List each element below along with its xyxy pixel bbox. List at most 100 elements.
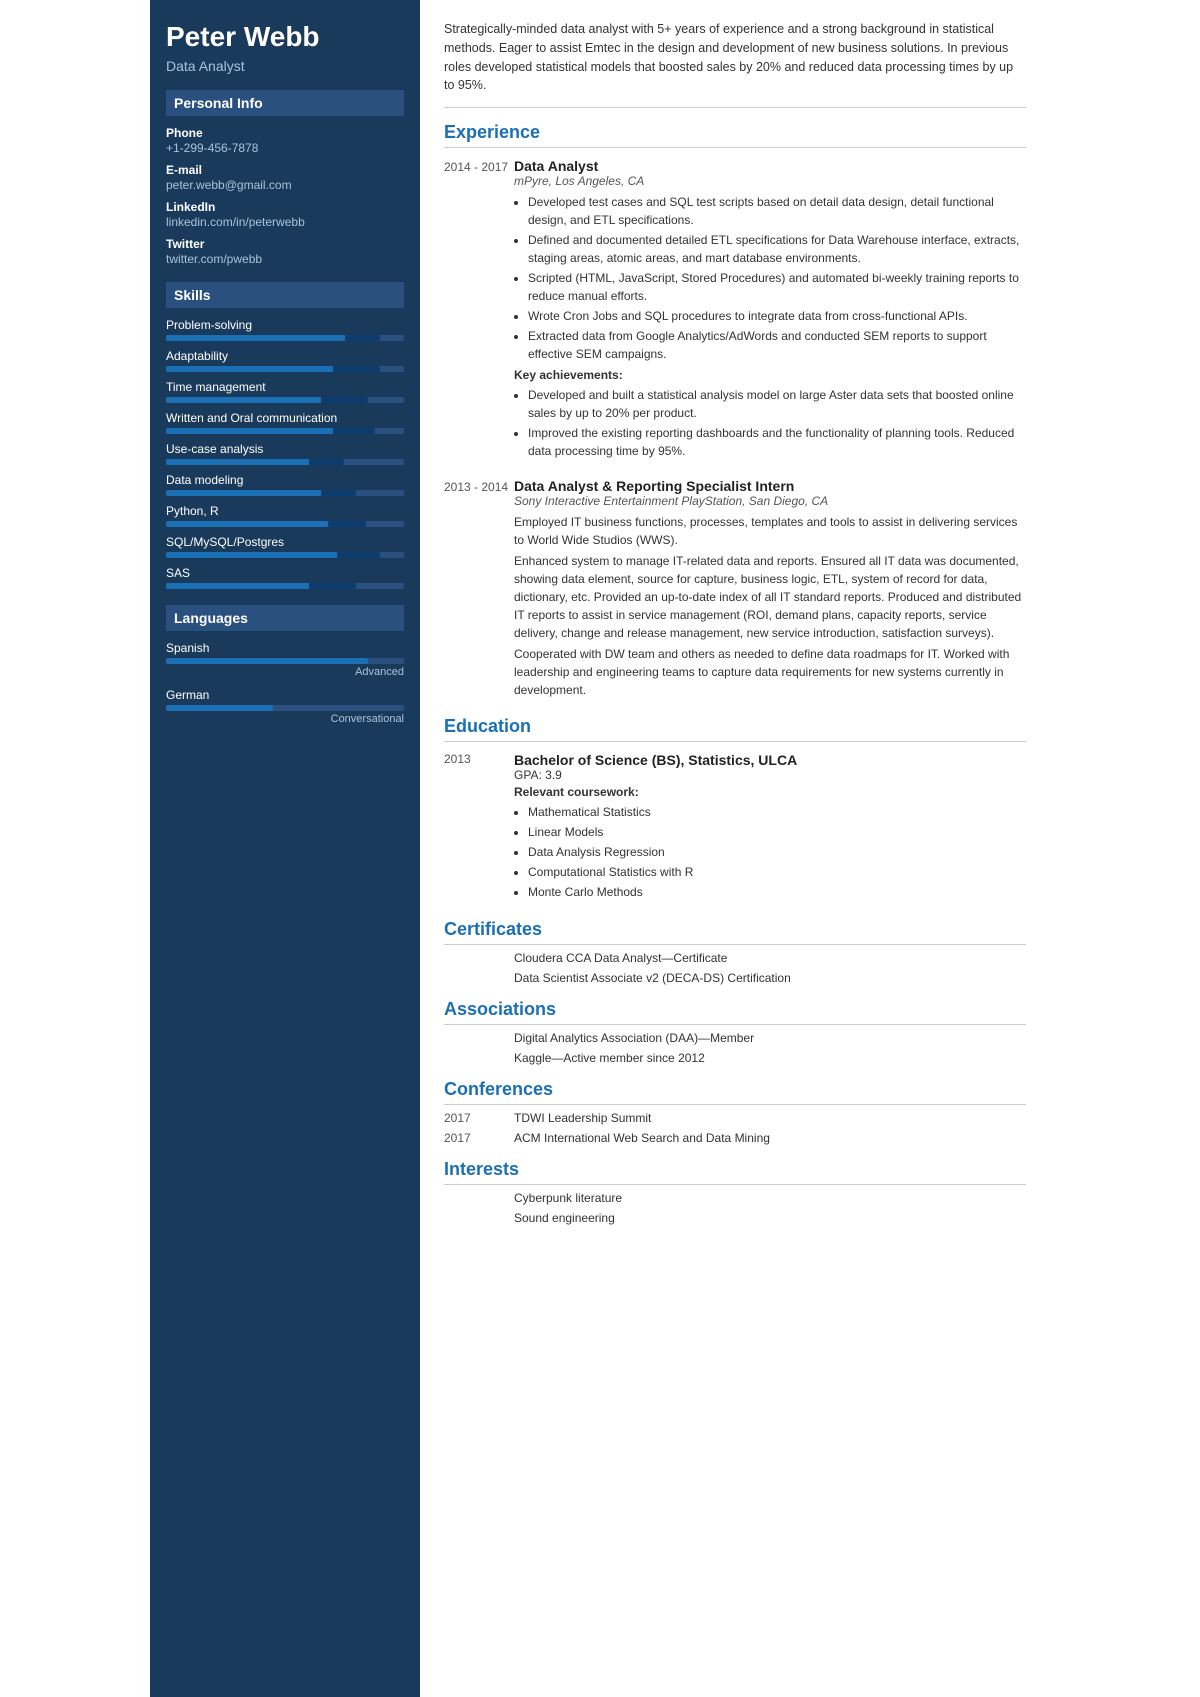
associations-title: Associations	[444, 999, 1026, 1025]
exp-bullet: Extracted data from Google Analytics/AdW…	[528, 327, 1026, 363]
conf-name: TDWI Leadership Summit	[514, 1111, 1026, 1125]
certificates-section: Certificates Cloudera CCA Data Analyst—C…	[444, 919, 1026, 985]
association-entry: Kaggle—Active member since 2012	[444, 1051, 1026, 1065]
achievement-bullet: Improved the existing reporting dashboar…	[528, 424, 1026, 460]
languages-header: Languages	[166, 605, 404, 631]
edu-date: 2013	[444, 752, 514, 905]
conf-year: 2017	[444, 1131, 514, 1145]
skill-bar-fill	[166, 428, 333, 434]
contact-twitter: Twitter twitter.com/pwebb	[166, 237, 404, 266]
exp-date: 2013 - 2014	[444, 478, 514, 702]
language-bar	[166, 658, 404, 664]
skill-bar	[166, 552, 404, 558]
candidate-title: Data Analyst	[166, 58, 404, 74]
skill-item: Use-case analysis	[166, 442, 404, 465]
certificates-list: Cloudera CCA Data Analyst—Certificate Da…	[444, 951, 1026, 985]
interests-list: Cyberpunk literature Sound engineering	[444, 1191, 1026, 1225]
skill-name: SAS	[166, 566, 404, 580]
skill-bar-fill	[166, 490, 321, 496]
assoc-text: Kaggle—Active member since 2012	[514, 1051, 1026, 1065]
skill-bar	[166, 397, 404, 403]
edu-detail: Bachelor of Science (BS), Statistics, UL…	[514, 752, 1026, 905]
associations-section: Associations Digital Analytics Associati…	[444, 999, 1026, 1065]
skill-item: Time management	[166, 380, 404, 403]
coursework-list: Mathematical StatisticsLinear ModelsData…	[514, 803, 1026, 901]
skill-bar-dark	[309, 583, 357, 589]
edu-degree: Bachelor of Science (BS), Statistics, UL…	[514, 752, 1026, 768]
exp-bullet: Developed test cases and SQL test script…	[528, 193, 1026, 229]
skill-bar	[166, 459, 404, 465]
conferences-title: Conferences	[444, 1079, 1026, 1105]
skill-bar-fill	[166, 459, 309, 465]
language-level: Advanced	[166, 666, 404, 678]
linkedin-value: linkedin.com/in/peterwebb	[166, 215, 404, 229]
skill-bar-fill	[166, 366, 333, 372]
skill-bar-fill	[166, 521, 328, 527]
cert-text: Cloudera CCA Data Analyst—Certificate	[514, 951, 1026, 965]
conf-name: ACM International Web Search and Data Mi…	[514, 1131, 1026, 1145]
interests-section: Interests Cyberpunk literature Sound eng…	[444, 1159, 1026, 1225]
linkedin-label: LinkedIn	[166, 200, 404, 214]
association-entry: Digital Analytics Association (DAA)—Memb…	[444, 1031, 1026, 1045]
language-bar	[166, 705, 404, 711]
twitter-value: twitter.com/pwebb	[166, 252, 404, 266]
skill-name: Adaptability	[166, 349, 404, 363]
certificate-entry: Data Scientist Associate v2 (DECA-DS) Ce…	[444, 971, 1026, 985]
skill-bar	[166, 521, 404, 527]
skill-bar-dark	[309, 459, 345, 465]
achievement-bullet: Developed and built a statistical analys…	[528, 386, 1026, 422]
conferences-list: 2017 TDWI Leadership Summit 2017 ACM Int…	[444, 1111, 1026, 1145]
exp-job-title: Data Analyst & Reporting Specialist Inte…	[514, 478, 1026, 494]
contact-linkedin: LinkedIn linkedin.com/in/peterwebb	[166, 200, 404, 229]
candidate-name: Peter Webb	[166, 20, 404, 54]
coursework-item: Linear Models	[528, 823, 1026, 841]
email-value: peter.webb@gmail.com	[166, 178, 404, 192]
experience-list: 2014 - 2017 Data Analyst mPyre, Los Ange…	[444, 158, 1026, 702]
skill-name: Problem-solving	[166, 318, 404, 332]
interest-spacer	[444, 1211, 514, 1225]
skill-bar	[166, 366, 404, 372]
contact-email: E-mail peter.webb@gmail.com	[166, 163, 404, 192]
skill-bar	[166, 335, 404, 341]
language-item: German Conversational	[166, 688, 404, 725]
skill-bar-fill	[166, 335, 345, 341]
education-title: Education	[444, 716, 1026, 742]
associations-list: Digital Analytics Association (DAA)—Memb…	[444, 1031, 1026, 1065]
certificate-entry: Cloudera CCA Data Analyst—Certificate	[444, 951, 1026, 965]
skill-item: SAS	[166, 566, 404, 589]
language-name: German	[166, 688, 404, 702]
interest-spacer	[444, 1191, 514, 1205]
exp-bullet: Scripted (HTML, JavaScript, Stored Proce…	[528, 269, 1026, 305]
exp-company: mPyre, Los Angeles, CA	[514, 174, 1026, 188]
skill-name: SQL/MySQL/Postgres	[166, 535, 404, 549]
skill-bar-dark	[321, 490, 357, 496]
exp-detail: Data Analyst & Reporting Specialist Inte…	[514, 478, 1026, 702]
experience-section: Experience 2014 - 2017 Data Analyst mPyr…	[444, 122, 1026, 702]
skill-item: Problem-solving	[166, 318, 404, 341]
assoc-text: Digital Analytics Association (DAA)—Memb…	[514, 1031, 1026, 1045]
personal-info-header: Personal Info	[166, 90, 404, 116]
twitter-label: Twitter	[166, 237, 404, 251]
education-list: 2013 Bachelor of Science (BS), Statistic…	[444, 752, 1026, 905]
language-level: Conversational	[166, 713, 404, 725]
interests-title: Interests	[444, 1159, 1026, 1185]
conference-entry: 2017 ACM International Web Search and Da…	[444, 1131, 1026, 1145]
skill-bar-fill	[166, 583, 309, 589]
skill-bar-fill	[166, 397, 321, 403]
coursework-item: Mathematical Statistics	[528, 803, 1026, 821]
skill-bar	[166, 583, 404, 589]
skill-bar-dark	[321, 397, 369, 403]
certificates-title: Certificates	[444, 919, 1026, 945]
coursework-item: Computational Statistics with R	[528, 863, 1026, 881]
interest-text: Sound engineering	[514, 1211, 1026, 1225]
skills-header: Skills	[166, 282, 404, 308]
language-bar-fill	[166, 658, 368, 664]
cert-date	[444, 951, 514, 965]
skill-bar-dark	[345, 335, 381, 341]
skill-bar	[166, 428, 404, 434]
coursework-item: Monte Carlo Methods	[528, 883, 1026, 901]
cert-text: Data Scientist Associate v2 (DECA-DS) Ce…	[514, 971, 1026, 985]
skill-bar-fill	[166, 552, 337, 558]
interest-text: Cyberpunk literature	[514, 1191, 1026, 1205]
skill-name: Written and Oral communication	[166, 411, 404, 425]
